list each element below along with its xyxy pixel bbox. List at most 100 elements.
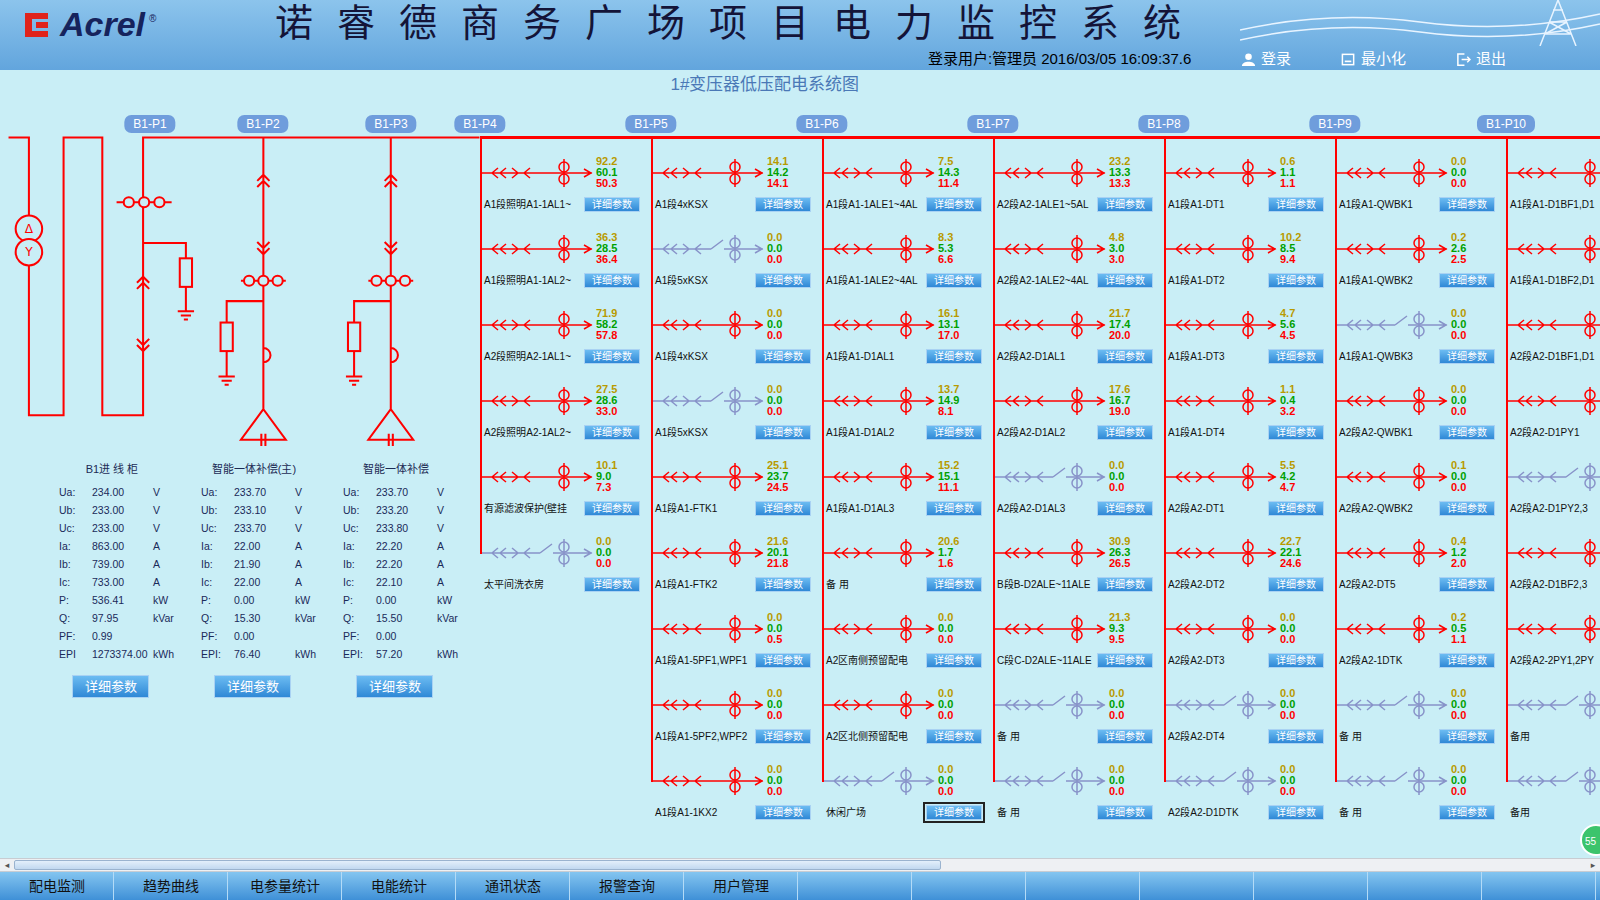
detail-button[interactable]: 详细参数 [926, 197, 982, 212]
feeder-name: A2段照明A2-1AL2~ [480, 425, 584, 440]
scroll-left-button[interactable]: ◂ [0, 859, 14, 871]
nav-tab[interactable]: 电能统计 [342, 872, 456, 900]
app-window: Acrel®诺睿德商务广场项目电力监控系统 登录用户:管理员2016/03/05… [0, 0, 1600, 900]
detail-button[interactable]: 详细参数 [755, 501, 811, 516]
detail-button[interactable]: 详细参数 [1268, 425, 1324, 440]
detail-button[interactable]: 详细参数 [755, 653, 811, 668]
detail-button[interactable]: 详细参数 [755, 349, 811, 364]
current-reading: 0.0 [767, 764, 782, 775]
detail-button[interactable]: 详细参数 [356, 675, 433, 698]
nav-tab[interactable]: 电参量统计 [228, 872, 342, 900]
detail-button[interactable]: 详细参数 [1268, 273, 1324, 288]
detail-button[interactable]: 详细参数 [1439, 653, 1495, 668]
float-badge[interactable]: 55 [1580, 824, 1600, 856]
horizontal-scrollbar[interactable]: ◂▸ [0, 858, 1600, 872]
detail-button[interactable]: 详细参数 [584, 349, 640, 364]
exit-button[interactable]: 退出 [1456, 48, 1506, 71]
detail-button[interactable]: 详细参数 [1439, 501, 1495, 516]
open-switch-icon [480, 531, 596, 573]
feeder-line: 13.714.98.1 [822, 379, 993, 421]
nav-tab[interactable]: 趋势曲线 [114, 872, 228, 900]
detail-button[interactable]: 详细参数 [755, 273, 811, 288]
feeder-name: A2区南侧预留配电 [822, 653, 926, 668]
detail-button[interactable]: 详细参数 [926, 729, 982, 744]
detail-button[interactable]: 详细参数 [755, 729, 811, 744]
open-switch-icon [1506, 683, 1600, 725]
detail-button[interactable]: 详细参数 [755, 577, 811, 592]
nav-tab[interactable]: 配电监测 [0, 872, 114, 900]
detail-button[interactable]: 详细参数 [755, 805, 811, 820]
detail-button[interactable]: 详细参数 [926, 653, 982, 668]
param-label: P: [201, 593, 234, 609]
param-label: PF: [201, 629, 234, 645]
feeder-footer: A1段A1-D1AL2详细参数 [822, 423, 993, 441]
detail-button[interactable]: 详细参数 [926, 577, 982, 592]
detail-button[interactable]: 详细参数 [926, 501, 982, 516]
feeder-name: A1段A1-1KX2 [651, 805, 755, 820]
feeder-currents: 22.722.124.6 [1280, 531, 1301, 573]
nav-tab[interactable]: 通讯状态 [456, 872, 570, 900]
detail-button[interactable]: 详细参数 [1097, 197, 1153, 212]
panel-tag: B1-P4 [454, 115, 505, 133]
detail-button[interactable]: 详细参数 [926, 349, 982, 364]
nav-tab[interactable]: 用户管理 [684, 872, 798, 900]
detail-button[interactable]: 详细参数 [755, 197, 811, 212]
feeder-name: 备 用 [993, 805, 1097, 820]
detail-button[interactable]: 详细参数 [1268, 501, 1324, 516]
detail-button[interactable]: 详细参数 [584, 273, 640, 288]
detail-button[interactable]: 详细参数 [1097, 729, 1153, 744]
param-label: Ub: [59, 503, 92, 519]
minimize-button[interactable]: 最小化 [1341, 48, 1406, 71]
param-row: Q:15.30kVar [201, 610, 343, 628]
detail-button[interactable]: 详细参数 [926, 805, 982, 820]
detail-button[interactable]: 详细参数 [1268, 349, 1324, 364]
detail-button[interactable]: 详细参数 [1439, 273, 1495, 288]
feeder-line: 0.00.00.0 [651, 759, 822, 801]
detail-button[interactable]: 详细参数 [1439, 805, 1495, 820]
detail-button[interactable]: 详细参数 [1097, 577, 1153, 592]
detail-button[interactable]: 详细参数 [584, 425, 640, 440]
detail-button[interactable]: 详细参数 [1439, 197, 1495, 212]
detail-button[interactable]: 详细参数 [1097, 805, 1153, 820]
current-reading: 0.0 [1451, 775, 1466, 786]
detail-button[interactable]: 详细参数 [1268, 729, 1324, 744]
param-unit: V [295, 485, 302, 501]
feeder-name: A2段A2-D1PY1 [1506, 425, 1600, 440]
detail-button[interactable]: 详细参数 [1268, 653, 1324, 668]
param-row: Ia:22.20A [343, 538, 485, 556]
detail-button[interactable]: 详细参数 [1097, 425, 1153, 440]
detail-button[interactable]: 详细参数 [1439, 577, 1495, 592]
nav-tab[interactable]: 报警查询 [570, 872, 684, 900]
login-button[interactable]: 登录 [1241, 48, 1291, 71]
param-unit: V [153, 485, 160, 501]
detail-button[interactable]: 详细参数 [1439, 729, 1495, 744]
detail-button[interactable]: 详细参数 [72, 675, 149, 698]
detail-button[interactable]: 详细参数 [214, 675, 291, 698]
scroll-right-button[interactable]: ▸ [1586, 859, 1600, 871]
detail-button[interactable]: 详细参数 [926, 425, 982, 440]
detail-button[interactable]: 详细参数 [1268, 805, 1324, 820]
detail-button[interactable]: 详细参数 [1097, 501, 1153, 516]
detail-button[interactable]: 详细参数 [1097, 349, 1153, 364]
closed-switch-icon [651, 455, 767, 497]
current-reading: 0.0 [1451, 699, 1466, 710]
detail-button[interactable]: 详细参数 [584, 577, 640, 592]
detail-button[interactable]: 详细参数 [755, 425, 811, 440]
detail-button[interactable]: 详细参数 [1097, 273, 1153, 288]
detail-button[interactable]: 详细参数 [926, 273, 982, 288]
detail-button[interactable]: 详细参数 [584, 501, 640, 516]
current-reading: 0.0 [767, 319, 782, 330]
detail-button[interactable]: 详细参数 [1439, 349, 1495, 364]
acrel-logo-icon [22, 7, 56, 41]
detail-button[interactable]: 详细参数 [1268, 577, 1324, 592]
scroll-track[interactable] [14, 859, 1586, 871]
param-label: Uc: [59, 521, 92, 537]
detail-button[interactable]: 详细参数 [584, 197, 640, 212]
detail-button[interactable]: 详细参数 [1268, 197, 1324, 212]
feeder-row: 0.00.00.0A2区南侧预留配电详细参数 [822, 607, 993, 683]
scroll-thumb[interactable] [14, 860, 941, 870]
detail-button[interactable]: 详细参数 [1439, 425, 1495, 440]
param-row: Ub:233.20V [343, 502, 485, 520]
feeder-row: 0.20.51.1A2段A2-1DTK详细参数 [1335, 607, 1506, 683]
detail-button[interactable]: 详细参数 [1097, 653, 1153, 668]
